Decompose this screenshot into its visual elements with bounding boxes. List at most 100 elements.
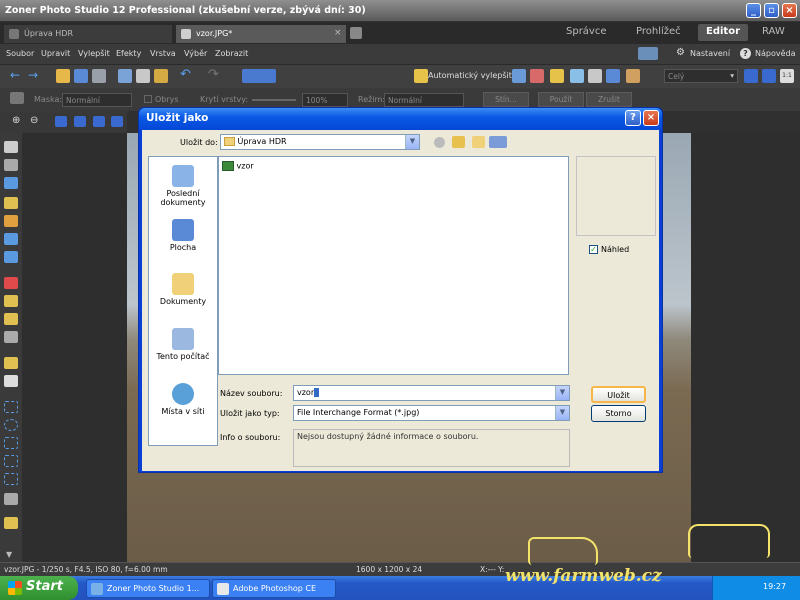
- zoom-select[interactable]: Celý ▾: [664, 69, 738, 83]
- outline-checkbox[interactable]: [144, 95, 152, 103]
- lasso-select-icon[interactable]: [4, 437, 18, 449]
- fit-window-icon[interactable]: [74, 116, 86, 127]
- place-desktop[interactable]: Plocha: [149, 219, 217, 252]
- text-tool-icon[interactable]: [4, 517, 18, 529]
- minimize-button[interactable]: _: [746, 3, 761, 18]
- menu-help[interactable]: Nápověda: [755, 49, 796, 58]
- close-button[interactable]: ×: [782, 3, 797, 18]
- chevron-down-icon[interactable]: ▼: [555, 386, 569, 400]
- transform-icon[interactable]: [588, 69, 602, 83]
- lightbulb-icon[interactable]: [550, 69, 564, 83]
- filename-input[interactable]: vzor ▼: [293, 385, 570, 401]
- zoom-in-icon[interactable]: ⊕: [12, 115, 20, 126]
- photo-icon[interactable]: [606, 69, 620, 83]
- redo-icon[interactable]: ↷: [208, 67, 219, 82]
- preview-checkbox[interactable]: ✓: [589, 245, 598, 254]
- paste-new-icon[interactable]: [154, 69, 168, 83]
- up-folder-icon[interactable]: [452, 136, 465, 148]
- fill-tool-icon[interactable]: [4, 375, 18, 387]
- menu-soubor[interactable]: Soubor: [6, 49, 34, 58]
- back-nav-icon[interactable]: [434, 137, 445, 148]
- scroll-down-icon[interactable]: ▼: [6, 550, 12, 559]
- undo-icon[interactable]: ↶: [180, 67, 191, 82]
- tab-close-icon[interactable]: ×: [334, 28, 342, 38]
- menu-vyber[interactable]: Výběr: [184, 49, 207, 58]
- mode-editor[interactable]: Editor: [698, 24, 748, 41]
- fullscreen-icon[interactable]: [762, 69, 776, 83]
- opacity-input[interactable]: 100%: [302, 93, 348, 107]
- magnetic-select-icon[interactable]: [4, 473, 18, 485]
- auto-enhance-icon[interactable]: [414, 69, 428, 83]
- burn-tool-icon[interactable]: [4, 331, 18, 343]
- dialog-help-button[interactable]: ?: [625, 110, 641, 126]
- open-folder-icon[interactable]: [56, 69, 70, 83]
- file-item[interactable]: vzor: [222, 161, 254, 173]
- mode-prohlizec[interactable]: Prohlížeč: [636, 26, 681, 37]
- crop-tool-icon[interactable]: [4, 177, 18, 189]
- polygon-select-icon[interactable]: [4, 455, 18, 467]
- opacity-slider[interactable]: [252, 99, 296, 101]
- save-button[interactable]: Uložit: [591, 386, 646, 403]
- taskbar-item-photoshop[interactable]: Adobe Photoshop CE: [212, 579, 336, 598]
- print-icon[interactable]: [92, 69, 106, 83]
- levels-icon[interactable]: [512, 69, 526, 83]
- levels-tool-icon[interactable]: [4, 215, 18, 227]
- magic-wand-icon[interactable]: [4, 493, 18, 505]
- menu-vrstva[interactable]: Vrstva: [150, 49, 176, 58]
- chevron-down-icon[interactable]: ▼: [555, 406, 569, 420]
- shadow-button[interactable]: Stín...: [483, 92, 529, 107]
- rect-select-icon[interactable]: [4, 401, 18, 413]
- save-type-select[interactable]: File Interchange Format (*.jpg) ▼: [293, 405, 570, 421]
- menu-efekty[interactable]: Efekty: [116, 49, 141, 58]
- compare-icon[interactable]: [242, 69, 276, 83]
- transform-tool-icon[interactable]: [4, 251, 18, 263]
- place-my-computer[interactable]: Tento počítač: [149, 328, 217, 361]
- menu-zobrazit[interactable]: Zobrazit: [215, 49, 248, 58]
- actual-size-icon[interactable]: [55, 116, 67, 127]
- apply-button[interactable]: Použít: [538, 92, 584, 107]
- new-tab-icon[interactable]: [350, 27, 362, 39]
- cancel-toolbar-button[interactable]: Zrušit: [586, 92, 632, 107]
- place-network[interactable]: Místa v síti: [149, 383, 217, 416]
- cancel-button[interactable]: Storno: [591, 405, 646, 422]
- tab-uprava-hdr[interactable]: Úprava HDR: [4, 25, 172, 43]
- retouch-tool-icon[interactable]: [4, 313, 18, 325]
- monitor-icon[interactable]: [638, 47, 658, 60]
- color-icon[interactable]: [530, 69, 544, 83]
- sharpen-icon[interactable]: [570, 69, 584, 83]
- brush-icon[interactable]: [10, 92, 24, 104]
- copy-icon[interactable]: [118, 69, 132, 83]
- tab-vzor-jpg[interactable]: vzor.JPG* ×: [176, 25, 346, 43]
- back-icon[interactable]: ←: [10, 68, 20, 82]
- maximize-button[interactable]: ▫: [764, 3, 779, 18]
- save-in-select[interactable]: Úprava HDR ▼: [220, 134, 420, 150]
- new-folder-icon[interactable]: [472, 136, 485, 148]
- chevron-down-icon[interactable]: ▼: [405, 135, 419, 149]
- taskbar-item-zoner[interactable]: Zoner Photo Studio 1...: [86, 579, 210, 598]
- hand-tool-icon[interactable]: [4, 159, 18, 171]
- dialog-close-button[interactable]: ×: [643, 110, 659, 126]
- save-icon[interactable]: [74, 69, 88, 83]
- help-icon[interactable]: ?: [740, 48, 751, 59]
- place-recent[interactable]: Poslední dokumenty: [149, 165, 217, 207]
- mode-raw[interactable]: RAW: [762, 26, 785, 37]
- view-menu-icon[interactable]: [489, 136, 507, 148]
- auto-enhance-button[interactable]: Automatický vylepšit: [428, 71, 512, 80]
- resize-tool-icon[interactable]: [4, 233, 18, 245]
- paste-icon[interactable]: [136, 69, 150, 83]
- place-documents[interactable]: Dokumenty: [149, 273, 217, 306]
- mode-spravce[interactable]: Správce: [566, 26, 607, 37]
- zoom-out-icon[interactable]: ⊖: [30, 115, 38, 126]
- pencil-tool-icon[interactable]: [4, 357, 18, 369]
- fit-icon[interactable]: [744, 69, 758, 83]
- clone-tool-icon[interactable]: [4, 295, 18, 307]
- redeye-tool-icon[interactable]: [4, 277, 18, 289]
- file-list[interactable]: vzor: [218, 156, 569, 375]
- effects-icon[interactable]: [626, 69, 640, 83]
- zoom-1-1-button[interactable]: 1:1: [780, 69, 794, 83]
- menu-upravit[interactable]: Upravit: [41, 49, 70, 58]
- tile-icon[interactable]: [111, 116, 123, 127]
- start-button[interactable]: Start: [0, 576, 78, 600]
- ellipse-select-icon[interactable]: [4, 419, 18, 431]
- zoom-tool-icon[interactable]: [4, 141, 18, 153]
